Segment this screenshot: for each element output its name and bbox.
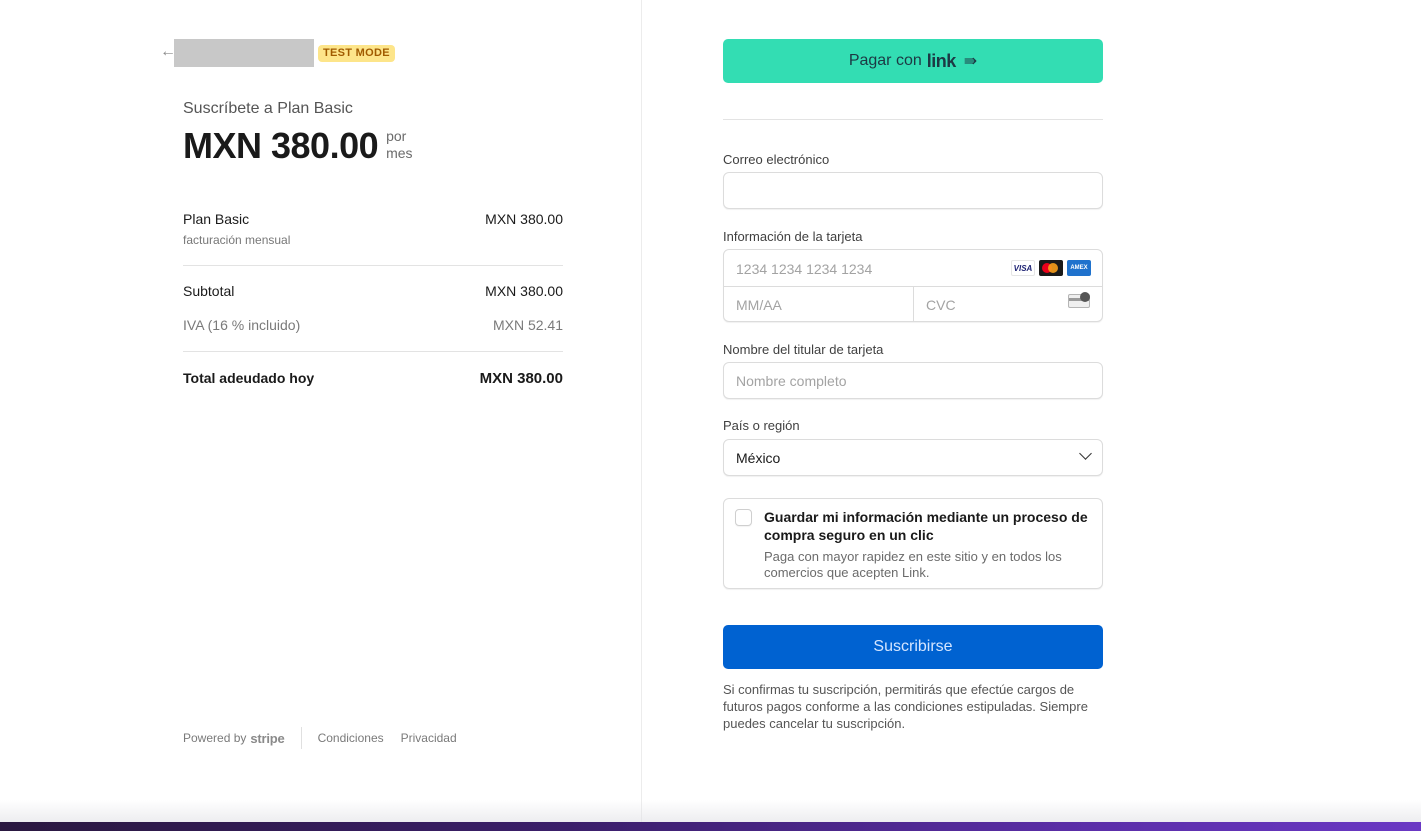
cardholder-field[interactable]: Nombre completo bbox=[723, 362, 1103, 399]
total-label: Total adeudado hoy bbox=[183, 370, 315, 386]
save-info-title[interactable]: Guardar mi información mediante un proce… bbox=[764, 508, 1094, 544]
footer-divider bbox=[300, 727, 302, 749]
powered-by-stripe[interactable]: Powered by stripe bbox=[183, 731, 285, 746]
pay-with-link-button[interactable]: Pagar con link ⇛ bbox=[723, 39, 1103, 83]
card-col-divider bbox=[913, 286, 914, 322]
subscription-title: Suscríbete a Plan Basic bbox=[183, 100, 353, 117]
cardholder-label: Nombre del titular de tarjeta bbox=[723, 342, 884, 357]
tax-amount: MXN 52.41 bbox=[492, 317, 563, 333]
dock-bar bbox=[0, 822, 1421, 831]
bottom-shadow bbox=[0, 800, 1421, 822]
subscribe-button-label: Suscribirse bbox=[873, 638, 953, 655]
divider bbox=[183, 265, 563, 266]
subtotal-amount: MXN 380.00 bbox=[485, 283, 563, 299]
cvc-input[interactable]: CVC bbox=[926, 297, 956, 313]
footer: Powered by stripe Condiciones Privacidad bbox=[183, 727, 474, 749]
save-info-checkbox[interactable] bbox=[735, 509, 752, 526]
card-info-label: Información de la tarjeta bbox=[723, 229, 863, 244]
tax-label: IVA (16 % incluido) bbox=[183, 317, 301, 333]
save-info-option: Guardar mi información mediante un proce… bbox=[723, 498, 1103, 589]
price-period-line1: por bbox=[386, 128, 407, 144]
cvc-badge-icon bbox=[1080, 292, 1090, 302]
country-select[interactable]: México bbox=[723, 439, 1103, 476]
amex-icon: AMEX bbox=[1067, 260, 1091, 276]
link-button-prefix: Pagar con bbox=[848, 52, 922, 69]
link-logo: link bbox=[926, 50, 957, 71]
stripe-logo: stripe bbox=[250, 730, 285, 746]
card-info-group: 1234 1234 1234 1234 VISA AMEX MM/AA CVC bbox=[723, 249, 1103, 322]
line-item-amount: MXN 380.00 bbox=[485, 211, 563, 227]
card-number-input[interactable]: 1234 1234 1234 1234 bbox=[736, 261, 872, 277]
subscribe-button[interactable]: Suscribirse bbox=[723, 625, 1103, 669]
powered-by-text: Powered by bbox=[183, 731, 247, 745]
email-field[interactable] bbox=[723, 172, 1103, 209]
save-info-description: Paga con mayor rapidez en este sitio y e… bbox=[764, 549, 1062, 580]
terms-link[interactable]: Condiciones bbox=[318, 731, 384, 745]
total-row: Total adeudado hoy MXN 380.00 bbox=[183, 370, 563, 387]
tax-row: IVA (16 % incluido) MXN 52.41 bbox=[183, 317, 563, 333]
price-period: por mes bbox=[386, 128, 412, 162]
cardholder-placeholder: Nombre completo bbox=[736, 373, 847, 389]
expiry-input[interactable]: MM/AA bbox=[736, 297, 782, 313]
card-brands: VISA AMEX bbox=[1011, 260, 1091, 276]
subtotal-row: Subtotal MXN 380.00 bbox=[183, 283, 563, 299]
line-item-name: Plan Basic bbox=[183, 211, 250, 227]
mastercard-icon bbox=[1039, 260, 1063, 276]
subtotal-label: Subtotal bbox=[183, 283, 235, 299]
chevron-down-icon bbox=[1079, 447, 1092, 460]
total-amount: MXN 380.00 bbox=[479, 370, 563, 387]
privacy-link[interactable]: Privacidad bbox=[401, 731, 457, 745]
merchant-name-redacted[interactable] bbox=[174, 39, 314, 67]
divider bbox=[723, 119, 1103, 120]
arrow-right-icon: ⇛ bbox=[963, 53, 978, 70]
terms-text: Si confirmas tu suscripción, permitirás … bbox=[723, 682, 1088, 731]
divider bbox=[183, 351, 563, 352]
price-row: MXN 380.00 por mes bbox=[183, 124, 413, 168]
line-item-plan: Plan Basic facturación mensual MXN 380.0… bbox=[183, 211, 563, 247]
order-summary-pane: ← TEST MODE Suscríbete a Plan Basic MXN … bbox=[0, 0, 642, 822]
line-item-subtitle: facturación mensual bbox=[183, 233, 291, 247]
price-amount: MXN 380.00 bbox=[183, 125, 379, 166]
visa-icon: VISA bbox=[1011, 260, 1035, 276]
email-label: Correo electrónico bbox=[723, 152, 830, 167]
country-label: País o región bbox=[723, 418, 800, 433]
price-period-line2: mes bbox=[386, 145, 413, 161]
test-mode-badge: TEST MODE bbox=[318, 45, 395, 62]
country-value: México bbox=[736, 450, 781, 466]
